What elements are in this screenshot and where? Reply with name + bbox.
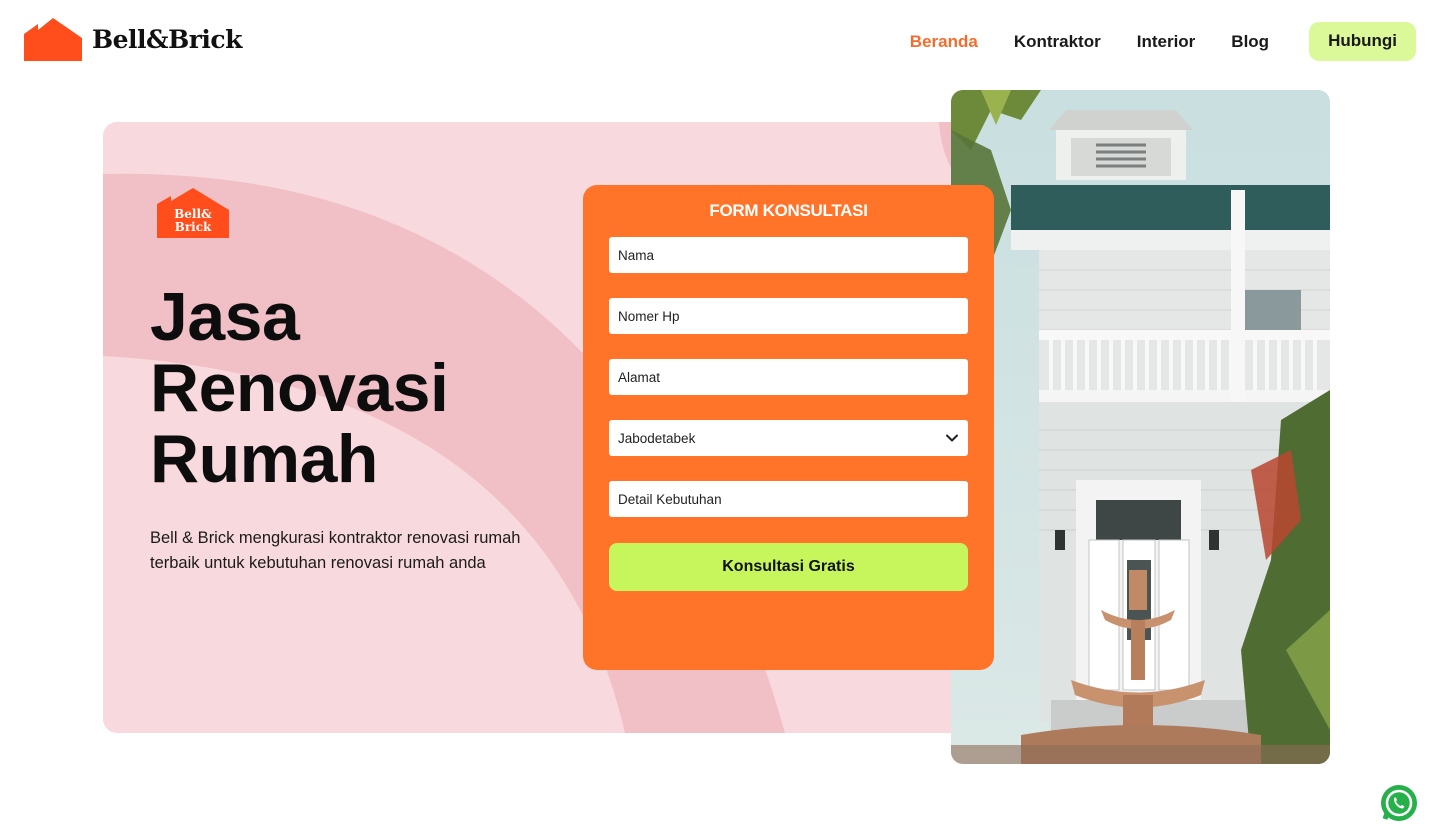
- needs-field-wrapper: [609, 481, 968, 517]
- phone-input[interactable]: [618, 308, 959, 324]
- form-title: FORM KONSULTASI: [709, 201, 868, 220]
- chevron-down-icon: [946, 434, 958, 442]
- hero-title: Jasa Renovasi Rumah: [150, 279, 449, 497]
- name-input[interactable]: [618, 247, 959, 263]
- address-input[interactable]: [618, 369, 959, 385]
- phone-field-wrapper: [609, 298, 968, 334]
- submit-button[interactable]: Konsultasi Gratis: [609, 543, 968, 591]
- hero-house-photo: [951, 90, 1330, 764]
- region-select-value: Jabodetabek: [618, 430, 696, 446]
- nav-item-kontraktor[interactable]: Kontraktor: [1014, 32, 1101, 52]
- whatsapp-icon[interactable]: [1379, 783, 1419, 823]
- nav-item-beranda[interactable]: Beranda: [910, 32, 978, 52]
- contact-button[interactable]: Hubungi: [1309, 22, 1416, 61]
- hero-title-line: Rumah: [150, 421, 378, 497]
- address-field-wrapper: [609, 359, 968, 395]
- region-select[interactable]: Jabodetabek: [609, 420, 968, 456]
- brand-logo[interactable]: Bell&Brick: [24, 18, 242, 61]
- badge-text-line2: Brick: [174, 220, 212, 234]
- nav-item-blog[interactable]: Blog: [1231, 32, 1269, 52]
- hero-title-line: Renovasi: [150, 350, 449, 426]
- main-nav: Beranda Kontraktor Interior Blog Hubungi: [874, 22, 1416, 61]
- name-field-wrapper: [609, 237, 968, 273]
- hero-description: Bell & Brick mengkurasi kontraktor renov…: [150, 529, 521, 572]
- hero-title-line: Jasa: [150, 279, 300, 355]
- consultation-form: FORM KONSULTASI Jabodetabek Konsultasi G…: [583, 185, 994, 670]
- needs-input[interactable]: [618, 491, 959, 507]
- nav-item-interior[interactable]: Interior: [1137, 32, 1196, 52]
- house-roof-icon: [24, 18, 82, 61]
- house-illustration: [951, 90, 1330, 764]
- brand-name: Bell&Brick: [92, 25, 242, 54]
- hero-brand-badge: Bell& Brick: [157, 188, 229, 238]
